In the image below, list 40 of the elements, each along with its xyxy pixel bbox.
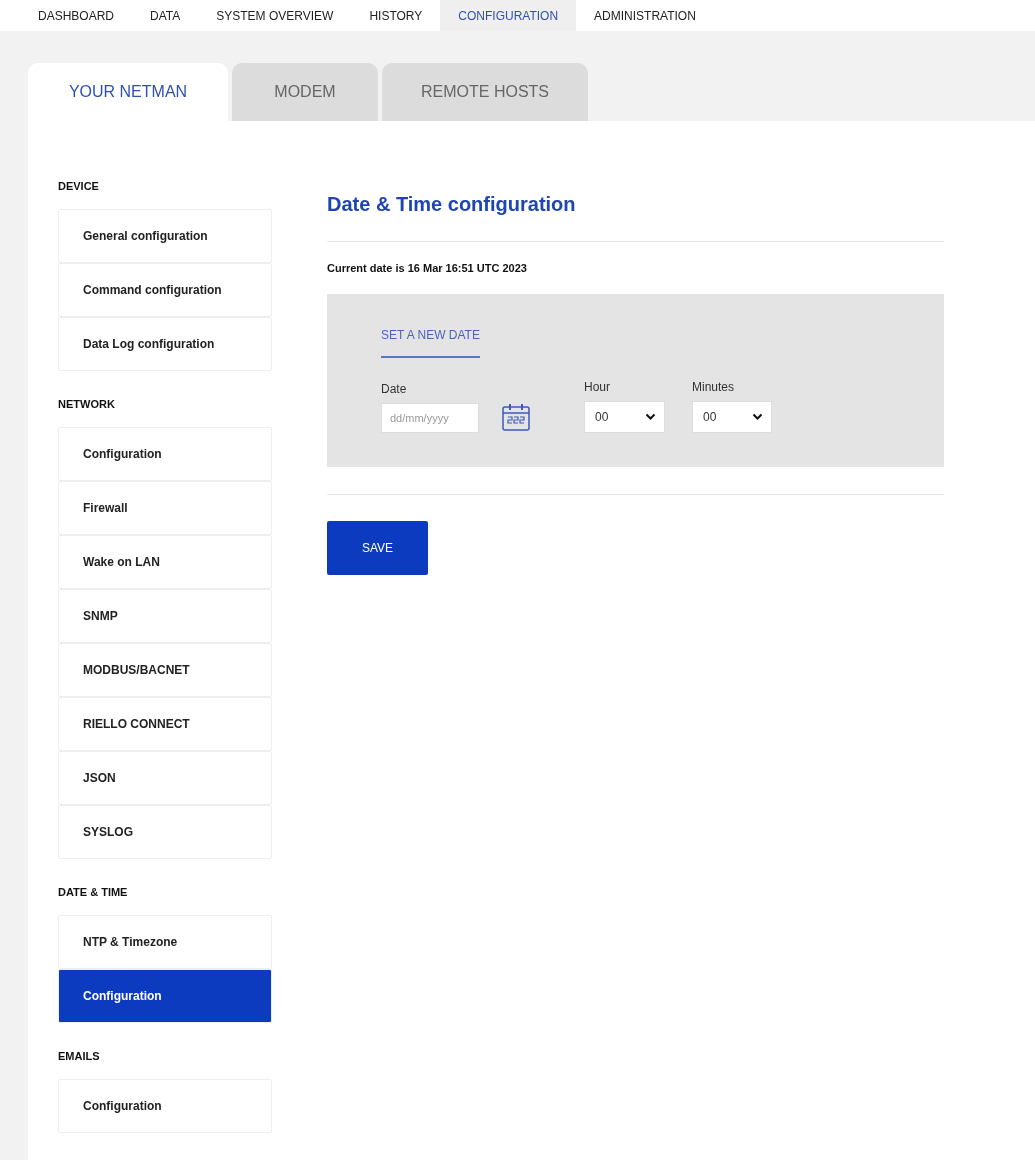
sidebar-heading: DATE & TIME bbox=[58, 886, 129, 898]
sidebar-item[interactable]: SYSLOG bbox=[58, 805, 272, 859]
sidebar-item[interactable]: Configuration bbox=[58, 1079, 272, 1133]
field-label: Date bbox=[381, 382, 408, 396]
tab[interactable]: YOUR NETMAN bbox=[28, 63, 228, 121]
sidebar-item[interactable]: Configuration bbox=[58, 969, 272, 1023]
nav-link[interactable]: DATA bbox=[132, 0, 199, 31]
nav-link[interactable]: ADMINISTRATION bbox=[576, 0, 714, 31]
sidebar-item[interactable]: Firewall bbox=[58, 481, 272, 535]
field-label: Hour bbox=[584, 380, 611, 394]
sidebar-heading: EMAILS bbox=[58, 1050, 101, 1062]
tab[interactable]: REMOTE HOSTS bbox=[382, 63, 588, 121]
page-title: Date & Time configuration bbox=[327, 193, 577, 216]
sidebar-item[interactable]: Configuration bbox=[58, 427, 272, 481]
sidebar-heading: NETWORK bbox=[58, 398, 116, 410]
nav-link[interactable]: DASHBOARD bbox=[20, 0, 132, 31]
tab[interactable]: MODEM bbox=[232, 63, 378, 121]
save-button[interactable]: SAVE bbox=[327, 521, 428, 575]
chevron-down-icon bbox=[752, 413, 763, 421]
sidebar-item[interactable]: Command configuration bbox=[58, 263, 272, 317]
sidebar-item[interactable]: MODBUS/BACNET bbox=[58, 643, 272, 697]
field-label: Minutes bbox=[692, 380, 736, 394]
date-input-field[interactable]: dd/mm/yyyy bbox=[381, 403, 479, 433]
sidebar-heading: DEVICE bbox=[58, 180, 100, 192]
sidebar-item[interactable]: Data Log configuration bbox=[58, 317, 272, 371]
section-title: SET A NEW DATE bbox=[381, 328, 480, 358]
sidebar-item[interactable]: SNMP bbox=[58, 589, 272, 643]
current-date-text: Current date is 16 Mar 16:51 UTC 2023 bbox=[327, 262, 528, 274]
nav-link[interactable]: HISTORY bbox=[351, 0, 441, 31]
sidebar-item[interactable]: JSON bbox=[58, 751, 272, 805]
chevron-down-icon bbox=[645, 413, 656, 421]
calendar-icon[interactable] bbox=[501, 402, 531, 432]
sidebar-item[interactable]: RIELLO CONNECT bbox=[58, 697, 272, 751]
nav-link[interactable]: CONFIGURATION bbox=[440, 0, 577, 31]
sidebar-item[interactable]: NTP & Timezone bbox=[58, 915, 272, 969]
nav-link[interactable]: SYSTEM OVERVIEW bbox=[198, 0, 352, 31]
sidebar-item[interactable]: Wake on LAN bbox=[58, 535, 272, 589]
hour-select[interactable]: 00 bbox=[584, 401, 665, 433]
minutes-select[interactable]: 00 bbox=[692, 401, 772, 433]
sidebar-item[interactable]: General configuration bbox=[58, 209, 272, 263]
